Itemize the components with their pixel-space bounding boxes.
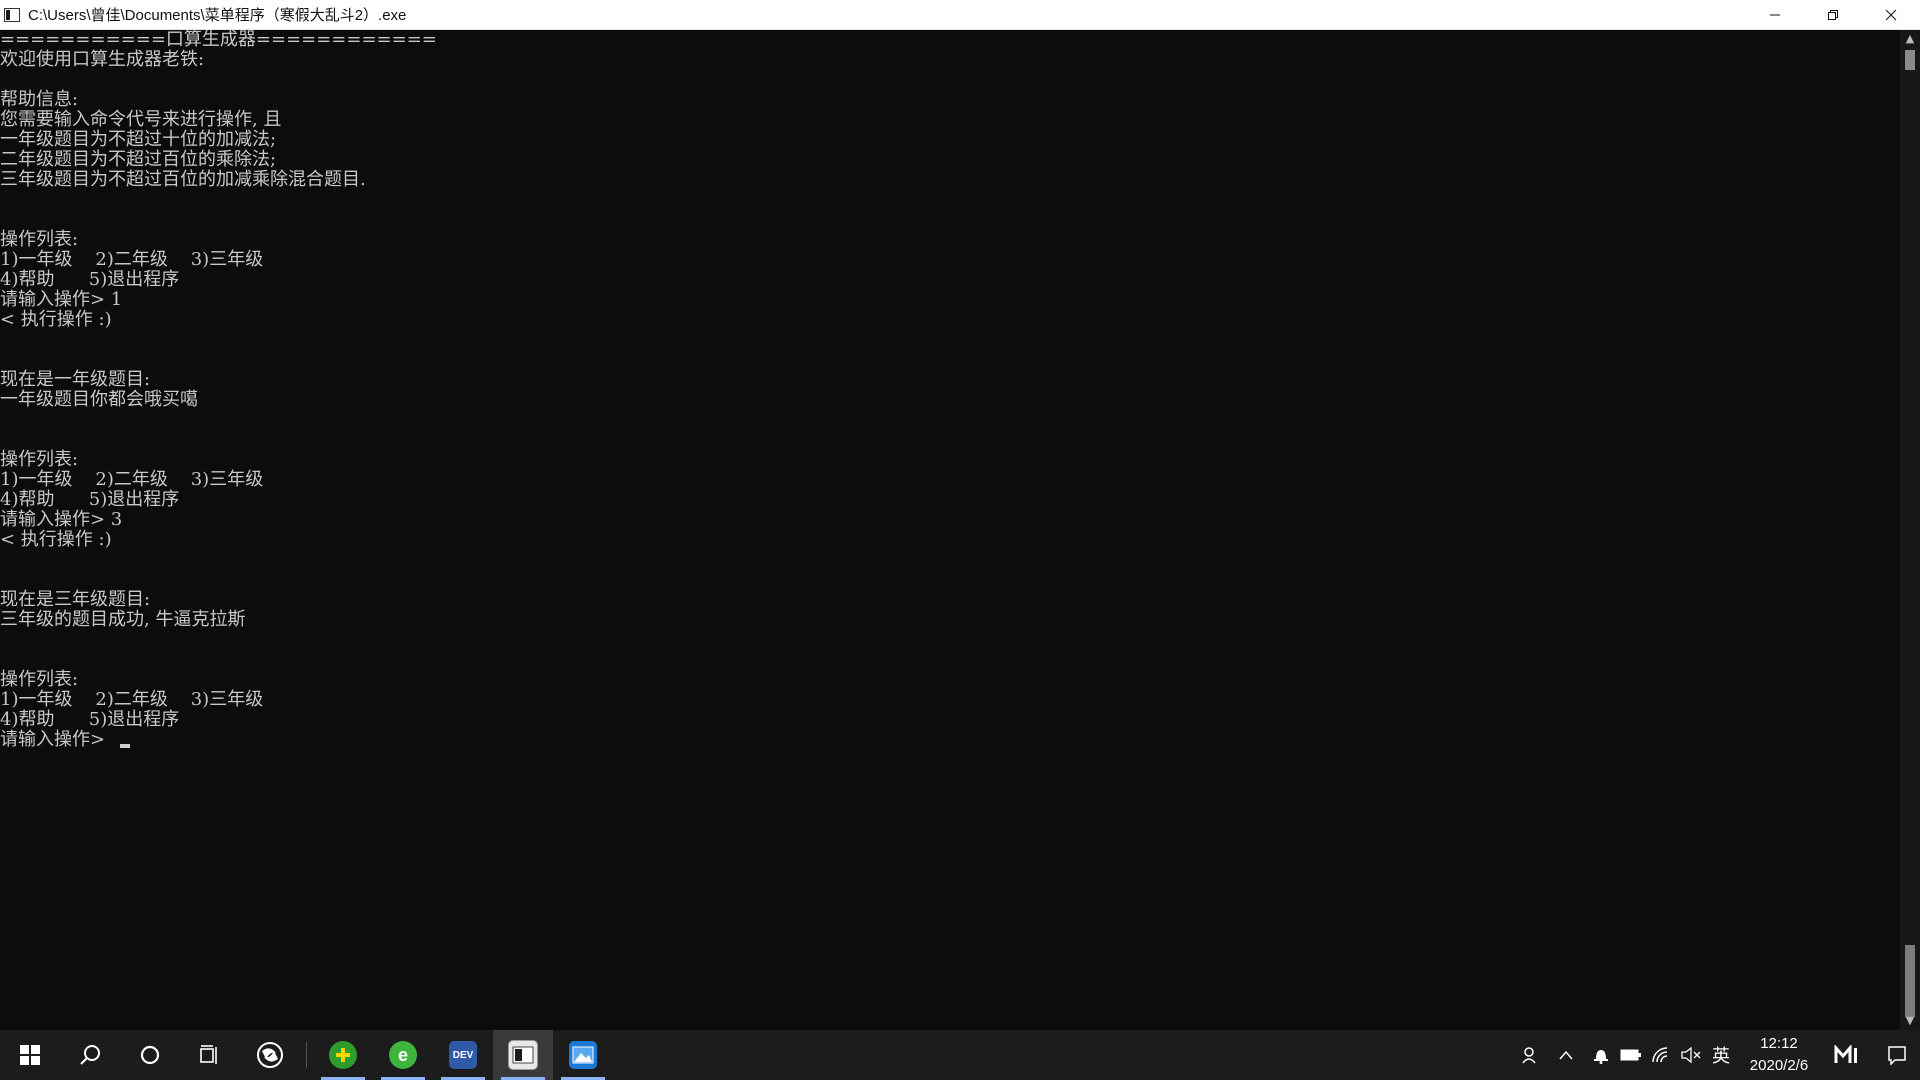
taskbar: e DEV 英 12:12 2020/2/6 [0, 1030, 1920, 1080]
search-icon [80, 1045, 100, 1065]
window-controls [1746, 0, 1920, 29]
battery-button[interactable] [1616, 1030, 1646, 1080]
start-button[interactable] [0, 1030, 60, 1080]
console-output[interactable]: ===========口算生成器============ 欢迎使用口算生成器老铁… [0, 30, 1900, 1030]
swirl-app-icon [257, 1042, 283, 1068]
mi-app-icon [1834, 1045, 1857, 1063]
console-line: ===========口算生成器============ [0, 30, 437, 50]
console-line: 欢迎使用口算生成器老铁: [0, 49, 205, 70]
console-line: 操作列表: [0, 669, 79, 690]
console-line: 4)帮助 5)退出程序 [0, 709, 180, 730]
chevron-up-icon [1559, 1050, 1573, 1060]
console-line: 现在是一年级题目: [0, 369, 151, 390]
console-line: 1)一年级 2)二年级 3)三年级 [0, 469, 264, 490]
console-line: 操作列表: [0, 229, 79, 250]
scrollbar-thumb[interactable] [1905, 945, 1915, 1017]
text-cursor [120, 744, 130, 748]
console-line: 请输入操作> 3 [0, 509, 123, 530]
minimize-button[interactable] [1746, 0, 1804, 29]
console-line: 1)一年级 2)二年级 3)三年级 [0, 249, 264, 270]
app-devcpp[interactable]: DEV [433, 1030, 493, 1080]
close-icon [1885, 9, 1897, 20]
task-view-button[interactable] [180, 1030, 240, 1080]
console-icon [508, 1040, 538, 1070]
bell-icon [1594, 1050, 1608, 1064]
system-tray: 英 12:12 2020/2/6 [1516, 1030, 1920, 1080]
console-line: 三年级题目为不超过百位的加减乘除混合题目. [0, 169, 366, 190]
scroll-down-arrow-icon[interactable]: ▼ [1900, 1012, 1920, 1030]
battery-icon [1620, 1049, 1641, 1061]
app-360-plus[interactable] [313, 1030, 373, 1080]
clock-date: 2020/2/6 [1749, 1057, 1809, 1074]
people-button[interactable] [1516, 1030, 1546, 1080]
console-line: 4)帮助 5)退出程序 [0, 269, 180, 290]
photos-icon [569, 1041, 597, 1069]
console-line: 现在是三年级题目: [0, 589, 151, 610]
vertical-scrollbar[interactable]: ▲ ▼ [1900, 30, 1920, 1030]
console-line: 您需要输入命令代号来进行操作, 且 [0, 109, 282, 130]
tray-app-button[interactable] [1822, 1030, 1874, 1080]
console-line: 请输入操作> 1 [0, 289, 123, 310]
scroll-up-arrow-icon[interactable]: ▲ [1900, 30, 1920, 48]
close-button[interactable] [1862, 0, 1920, 29]
circle-icon [140, 1045, 160, 1065]
people-icon [1522, 1047, 1536, 1064]
console-line: < 执行操作 :) [0, 529, 112, 550]
volume-button[interactable] [1676, 1030, 1706, 1080]
green-plus-icon [329, 1041, 357, 1069]
volume-muted-icon [1681, 1047, 1701, 1063]
window-titlebar[interactable]: C:\Users\曾佳\Documents\菜单程序（寒假大乱斗2）.exe [0, 0, 1920, 30]
console-line: 1)一年级 2)二年级 3)三年级 [0, 689, 264, 710]
console-line: 三年级的题目成功, 牛逼克拉斯 [0, 609, 246, 630]
green-e-icon: e [389, 1041, 417, 1069]
console-line: < 执行操作 :) [0, 309, 112, 330]
restore-icon [1828, 9, 1838, 20]
ime-indicator[interactable]: 英 [1706, 1030, 1736, 1080]
action-center-button[interactable] [1874, 1030, 1920, 1080]
minimize-icon [1770, 14, 1780, 15]
restore-button[interactable] [1804, 0, 1862, 29]
console-line: 帮助信息: [0, 89, 79, 110]
devcpp-label: DEV [452, 1049, 474, 1061]
console-prompt-line: 请输入操作> [0, 729, 106, 750]
app-photos[interactable] [553, 1030, 613, 1080]
clock[interactable]: 12:12 2020/2/6 [1736, 1030, 1822, 1080]
console-line: 二年级题目为不超过百位的乘除法; [0, 149, 277, 170]
console-line: 一年级题目为不超过十位的加减法; [0, 129, 277, 150]
console-app-icon [4, 7, 20, 22]
show-hidden-icons-button[interactable] [1546, 1030, 1586, 1080]
search-button[interactable] [60, 1030, 120, 1080]
window-title: C:\Users\曾佳\Documents\菜单程序（寒假大乱斗2）.exe [28, 7, 407, 24]
windows-logo-icon [20, 1045, 40, 1065]
network-button[interactable] [1646, 1030, 1676, 1080]
devcpp-icon: DEV [449, 1041, 477, 1069]
cortana-button[interactable] [120, 1030, 180, 1080]
console-line: 操作列表: [0, 449, 79, 470]
app-360-browser[interactable]: e [373, 1030, 433, 1080]
clock-time: 12:12 [1760, 1035, 1798, 1052]
app-console[interactable] [493, 1030, 553, 1080]
notification-bell-button[interactable] [1586, 1030, 1616, 1080]
taskbar-separator [306, 1042, 307, 1068]
task-view-icon [200, 1045, 217, 1064]
app-swirl[interactable] [240, 1030, 300, 1080]
console-line: 4)帮助 5)退出程序 [0, 489, 180, 510]
notification-icon [1888, 1046, 1906, 1065]
console-line: 一年级题目你都会哦买噶 [0, 389, 198, 410]
scrollbar-track-marker [1905, 50, 1915, 70]
wifi-icon [1652, 1047, 1668, 1063]
